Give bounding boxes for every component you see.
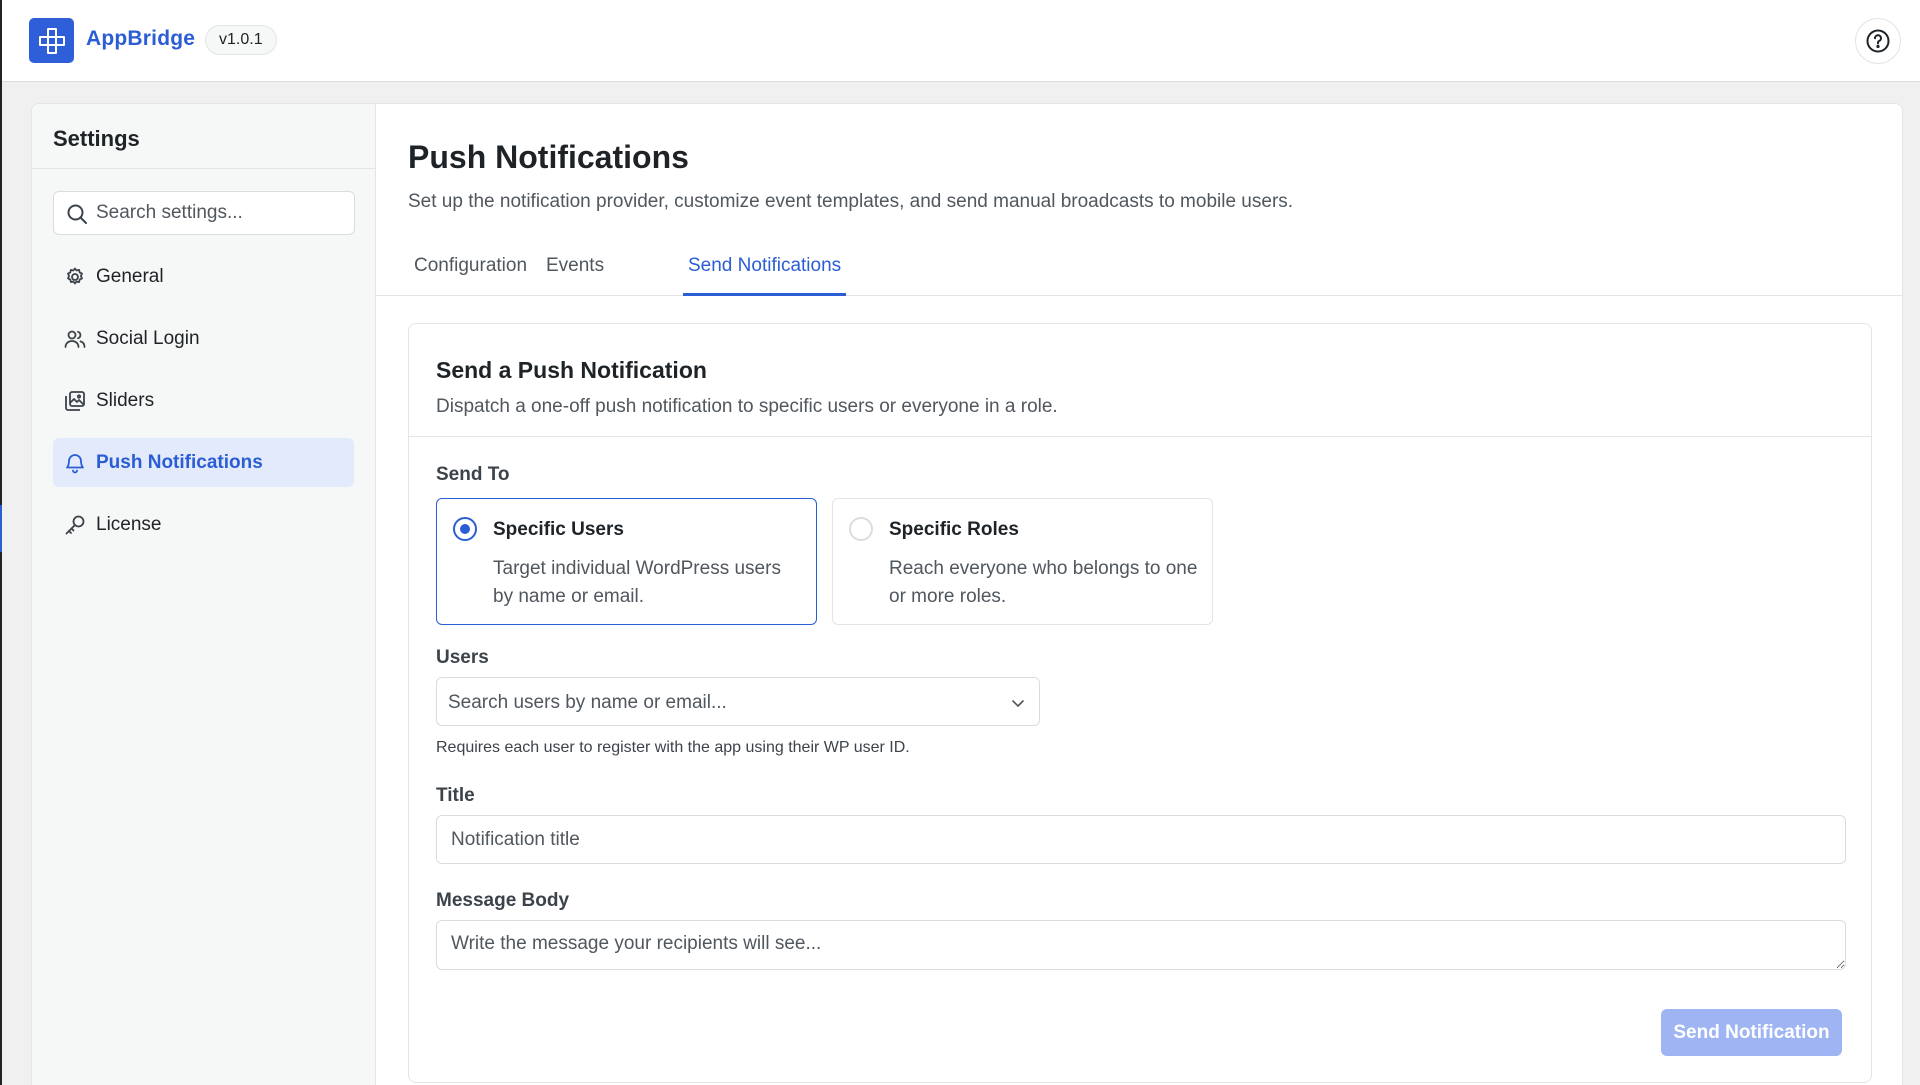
option-description: Reach everyone who belongs to one or mor… xyxy=(889,558,1198,607)
bell-icon xyxy=(66,454,84,474)
tab-configuration[interactable]: Configuration xyxy=(409,255,532,296)
window-edge-accent xyxy=(0,505,2,552)
send-to-label: Send To xyxy=(436,464,510,485)
sidebar-title: Settings xyxy=(53,126,140,151)
option-title: Specific Roles xyxy=(889,519,1019,540)
plugin-icon xyxy=(38,27,65,54)
option-specific-roles[interactable]: Specific Roles Reach everyone who belong… xyxy=(832,498,1213,625)
send-notification-panel: Send a Push Notification Dispatch a one-… xyxy=(408,323,1872,1083)
users-help-text: Requires each user to register with the … xyxy=(436,739,910,756)
tab-bar: Configuration Events Send Notifications xyxy=(376,229,1902,296)
images-icon xyxy=(65,391,85,411)
option-title: Specific Users xyxy=(493,519,624,540)
message-body-label: Message Body xyxy=(436,890,570,911)
sidebar-item-label: Sliders xyxy=(96,390,155,411)
sidebar-divider xyxy=(32,168,375,169)
help-button[interactable] xyxy=(1855,18,1901,64)
tab-send-notifications[interactable]: Send Notifications xyxy=(683,255,847,296)
option-description: Target individual WordPress users by nam… xyxy=(493,558,781,607)
radio-button[interactable] xyxy=(849,517,873,541)
search-icon xyxy=(67,204,87,224)
key-icon xyxy=(65,515,85,535)
page-title: Push Notifications xyxy=(408,139,689,175)
panel-description: Dispatch a one-off push notification to … xyxy=(436,396,1058,417)
users-label: Users xyxy=(436,647,489,668)
help-icon xyxy=(1866,29,1890,53)
gear-icon xyxy=(67,267,83,285)
tab-events[interactable]: Events xyxy=(541,255,609,296)
settings-search xyxy=(53,191,355,235)
sidebar-item-general[interactable]: General xyxy=(53,252,354,301)
settings-shell: Settings General Social Login xyxy=(31,103,1903,1085)
settings-search-input[interactable] xyxy=(96,192,351,234)
radio-button[interactable] xyxy=(453,517,477,541)
sidebar-item-label: Push Notifications xyxy=(96,452,263,473)
users-select-placeholder: Search users by name or email... xyxy=(448,692,727,713)
title-label: Title xyxy=(436,785,475,806)
sidebar-item-label: Social Login xyxy=(96,328,200,349)
send-notification-button[interactable]: Send Notification xyxy=(1661,1009,1842,1056)
panel-title: Send a Push Notification xyxy=(436,357,707,383)
app-name: AppBridge xyxy=(86,27,196,50)
title-input[interactable] xyxy=(436,815,1846,864)
sidebar-item-push-notifications[interactable]: Push Notifications xyxy=(53,438,354,487)
users-select[interactable]: Search users by name or email... xyxy=(436,677,1040,726)
chevron-down-icon xyxy=(1012,700,1024,707)
sidebar-item-social-login[interactable]: Social Login xyxy=(53,314,354,363)
panel-divider xyxy=(409,436,1871,437)
top-bar: AppBridge v1.0.1 xyxy=(2,0,1920,82)
message-body-textarea[interactable] xyxy=(436,920,1846,970)
page-subtitle: Set up the notification provider, custom… xyxy=(408,191,1294,212)
sidebar-item-license[interactable]: License xyxy=(53,500,354,549)
app-logo xyxy=(29,18,74,63)
sidebar-item-sliders[interactable]: Sliders xyxy=(53,376,354,425)
users-icon xyxy=(64,330,86,348)
main-content: Push Notifications Set up the notificati… xyxy=(376,104,1902,1085)
sidebar: Settings General Social Login xyxy=(32,104,376,1085)
sidebar-item-label: General xyxy=(96,266,164,287)
option-specific-users[interactable]: Specific Users Target individual WordPre… xyxy=(436,498,817,625)
sidebar-item-label: License xyxy=(96,514,162,535)
version-badge: v1.0.1 xyxy=(205,25,277,55)
